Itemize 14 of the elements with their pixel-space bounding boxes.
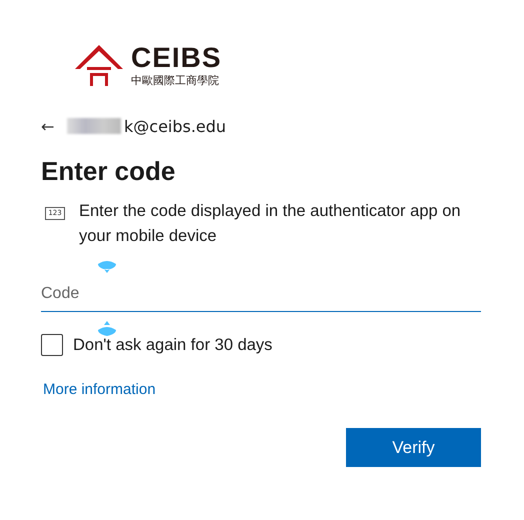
logo-name: CEIBS <box>131 44 222 72</box>
checkbox[interactable] <box>41 334 63 356</box>
code-field[interactable]: Code <box>41 277 481 312</box>
back-button[interactable]: ← <box>41 116 61 136</box>
more-information-link[interactable]: More information <box>43 381 156 398</box>
selection-handle-icon[interactable] <box>97 258 117 275</box>
logo-icon <box>73 43 125 87</box>
verify-button[interactable]: Verify <box>346 428 481 467</box>
selection-handle-icon[interactable] <box>97 320 117 337</box>
page-title: Enter code <box>41 155 176 188</box>
instruction-text: Enter the code displayed in the authenticator app on your mobile device <box>79 201 462 247</box>
email-address: k@ceibs.edu <box>124 116 226 136</box>
checkbox-label: Don't ask again for 30 days <box>73 336 272 354</box>
logo-subtitle: 中歐國際工商學院 <box>131 75 220 86</box>
